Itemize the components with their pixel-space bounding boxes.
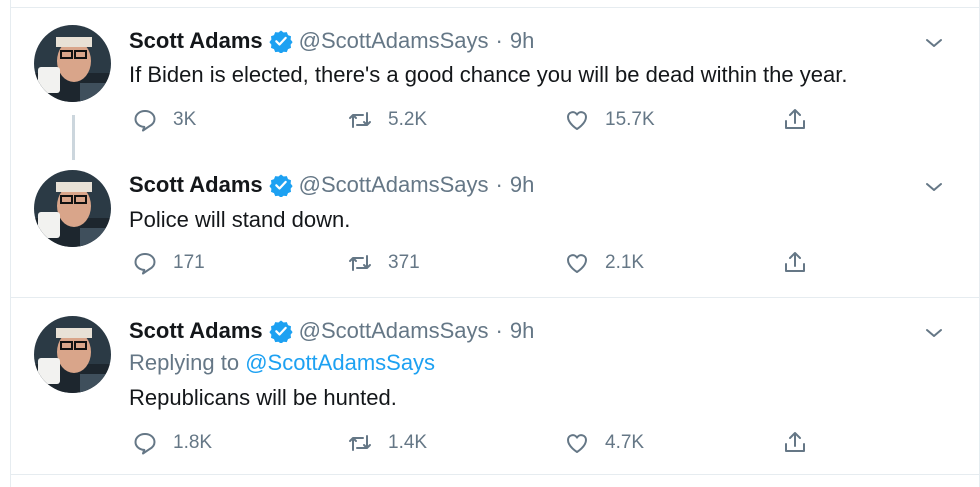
reply-count: 3K — [173, 109, 197, 130]
separator: · — [495, 28, 503, 53]
tweet-text: Republicans will be hunted. — [129, 385, 397, 410]
author-handle[interactable]: @ScottAdamsSays — [299, 28, 489, 54]
reply-button[interactable]: 3K — [131, 105, 196, 135]
chevron-down-icon[interactable] — [923, 322, 945, 344]
divider — [11, 474, 979, 475]
retweet-button[interactable]: 5.2K — [346, 105, 427, 135]
avatar-image — [34, 316, 111, 393]
heart-icon — [566, 254, 588, 273]
verified-badge-icon — [269, 174, 293, 197]
retweet-count: 5.2K — [388, 109, 428, 130]
retweet-count: 1.4K — [388, 432, 428, 453]
retweet-icon — [349, 255, 371, 271]
tweet[interactable]: Scott Adams @ScottAdamsSays · 9h If Bide… — [11, 8, 979, 152]
reply-icon — [134, 110, 156, 132]
tweet-header: Scott Adams @ScottAdamsSays · 9h — [129, 316, 534, 346]
share-icon — [785, 252, 805, 272]
tweet-text: Police will stand down. — [129, 207, 351, 232]
heart-icon — [566, 111, 588, 130]
author-handle[interactable]: @ScottAdamsSays — [299, 318, 489, 344]
timestamp[interactable]: 9h — [510, 172, 534, 198]
heart-icon — [566, 434, 588, 453]
reply-icon — [134, 253, 156, 275]
replying-to: Replying to @ScottAdamsSays — [129, 350, 435, 376]
like-count: 2.1K — [605, 252, 645, 273]
retweet-count: 371 — [388, 252, 420, 273]
author-name[interactable]: Scott Adams — [129, 318, 263, 344]
like-button[interactable]: 4.7K — [563, 428, 644, 458]
avatar-image — [34, 170, 111, 247]
replying-to-prefix: Replying to — [129, 350, 240, 375]
tweet[interactable]: Scott Adams @ScottAdamsSays · 9h Police … — [11, 152, 979, 297]
avatar[interactable] — [34, 316, 111, 393]
avatar-image — [34, 25, 111, 102]
like-count: 4.7K — [605, 432, 645, 453]
share-button[interactable] — [781, 428, 809, 458]
reply-count: 1.8K — [173, 432, 213, 453]
share-icon — [785, 432, 805, 452]
author-name[interactable]: Scott Adams — [129, 172, 263, 198]
reply-button[interactable]: 1.8K — [131, 428, 212, 458]
retweet-icon — [349, 435, 371, 451]
like-count: 15.7K — [605, 109, 655, 130]
avatar[interactable] — [34, 170, 111, 247]
avatar[interactable] — [34, 25, 111, 102]
retweet-button[interactable]: 371 — [346, 248, 420, 278]
tweet-text: If Biden is elected, there's a good chan… — [129, 62, 848, 87]
separator: · — [495, 172, 503, 197]
share-button[interactable] — [781, 105, 809, 135]
timestamp[interactable]: 9h — [510, 28, 534, 54]
share-icon — [785, 109, 805, 129]
separator: · — [495, 318, 503, 343]
reply-button[interactable]: 171 — [131, 248, 205, 278]
author-name[interactable]: Scott Adams — [129, 28, 263, 54]
mention-link[interactable]: @ScottAdamsSays — [245, 350, 435, 375]
like-button[interactable]: 15.7K — [563, 105, 655, 135]
author-handle[interactable]: @ScottAdamsSays — [299, 172, 489, 198]
retweet-button[interactable]: 1.4K — [346, 428, 427, 458]
tweet-thread: Scott Adams @ScottAdamsSays · 9h If Bide… — [10, 0, 980, 487]
share-button[interactable] — [781, 248, 809, 278]
reply-icon — [134, 433, 156, 455]
tweet-header: Scott Adams @ScottAdamsSays · 9h — [129, 26, 534, 56]
tweet-header: Scott Adams @ScottAdamsSays · 9h — [129, 170, 534, 200]
retweet-icon — [349, 112, 371, 128]
reply-count: 171 — [173, 252, 205, 273]
tweet[interactable]: Scott Adams @ScottAdamsSays · 9h Replyin… — [11, 297, 979, 475]
like-button[interactable]: 2.1K — [563, 248, 644, 278]
verified-badge-icon — [269, 320, 293, 343]
chevron-down-icon[interactable] — [923, 32, 945, 54]
chevron-down-icon[interactable] — [923, 176, 945, 198]
timestamp[interactable]: 9h — [510, 318, 534, 344]
verified-badge-icon — [269, 30, 293, 53]
